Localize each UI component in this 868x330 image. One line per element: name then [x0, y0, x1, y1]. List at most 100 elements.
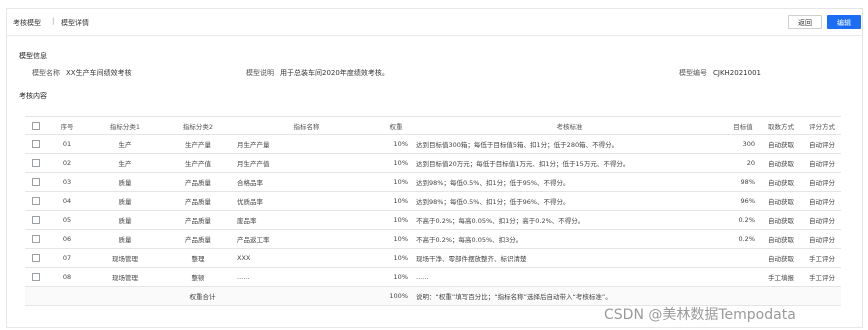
row-checkbox[interactable]: [25, 229, 47, 249]
row-checkbox[interactable]: [25, 267, 47, 287]
cell-fetch: 自动获取: [759, 229, 803, 249]
cell-cat2: 产品质量: [163, 172, 233, 192]
col-header-standard: 考核标准: [412, 116, 727, 135]
table-row: 03 质量 产品质量 合格品率 10% 达到98%；每低0.5%、扣1分；低于9…: [25, 172, 841, 192]
table-total-row: 权重合计 100% 说明：“权重”填写百分比；“指标名称”选择后自动带入“考核标…: [25, 286, 841, 306]
cell-cat1: 现场管理: [87, 267, 163, 287]
row-checkbox[interactable]: [25, 248, 47, 268]
cell-no: 07: [47, 248, 87, 268]
cell-score: 自动评分: [803, 134, 841, 154]
cell-score: 自动评分: [803, 172, 841, 192]
table-row: 07 现场管理 整理 XXX 10% 现场干净、零部件摆放整齐、标识清楚 自动获…: [25, 248, 841, 268]
table-row: 02 生产 生产产值 月生产产值 10% 达到目标值20万元；每低于目标值1万元…: [25, 153, 841, 173]
cell-name: 月生产产值: [233, 153, 380, 173]
back-button[interactable]: 返回: [788, 15, 822, 29]
cell-cat2: 生产产值: [163, 153, 233, 173]
col-header-fetch: 取数方式: [759, 116, 803, 135]
cell-cat2: 产品质量: [163, 229, 233, 249]
table-row: 04 质量 产品质量 优质品率 10% 达到98%；每低0.5%、扣1分；低于9…: [25, 191, 841, 211]
cell-fetch: 自动获取: [759, 191, 803, 211]
cell-score: 自动评分: [803, 210, 841, 230]
section-model-info-title: 模型信息: [19, 52, 47, 60]
cell-fetch: 自动获取: [759, 210, 803, 230]
cell-score: 自动评分: [803, 153, 841, 173]
cell-cat1: 质量: [87, 210, 163, 230]
cell-name: 合格品率: [233, 172, 380, 192]
row-checkbox[interactable]: [25, 191, 47, 211]
row-checkbox[interactable]: [25, 210, 47, 230]
cell-cat1: 质量: [87, 191, 163, 211]
cell-weight: 10%: [380, 267, 412, 287]
table-row: 01 生产 生产产量 月生产产量 10% 达到目标值300箱；每低于目标值5箱、…: [25, 134, 841, 154]
cell-standard: ......: [412, 267, 727, 287]
cell-standard: 不高于0.2%；每高0.05%、扣1分；高于0.2%、不得分。: [412, 210, 727, 230]
cell-target: 300: [727, 134, 759, 154]
cell-target: [727, 248, 759, 268]
cell-name: 废品率: [233, 210, 380, 230]
col-header-no: 序号: [47, 116, 87, 135]
cell-weight: 10%: [380, 172, 412, 192]
cell-cat1: 质量: [87, 229, 163, 249]
cell-fetch: 自动获取: [759, 134, 803, 154]
cell-cat1: 生产: [87, 134, 163, 154]
assessment-table: 序号 指标分类1 指标分类2 指标名称 权重 考核标准 目标值 取数方式 评分方…: [25, 116, 841, 306]
edit-button[interactable]: 编辑: [827, 15, 861, 29]
model-code-label: 模型编号: [679, 69, 707, 77]
select-all-checkbox[interactable]: [25, 116, 47, 135]
cell-standard: 达到目标值300箱；每低于目标值5箱、扣1分；低于280箱、不得分。: [412, 134, 727, 154]
cell-cat1: 现场管理: [87, 248, 163, 268]
col-header-score: 评分方式: [803, 116, 841, 135]
table-row: 05 质量 产品质量 废品率 10% 不高于0.2%；每高0.05%、扣1分；高…: [25, 210, 841, 230]
cell-no: 06: [47, 229, 87, 249]
breadcrumb-item-model[interactable]: 考核模型: [13, 18, 41, 28]
col-header-weight: 权重: [380, 116, 412, 135]
cell-cat2: 生产产量: [163, 134, 233, 154]
cell-no: 01: [47, 134, 87, 154]
cell-name: 优质品率: [233, 191, 380, 211]
model-name-label: 模型名称: [32, 69, 60, 77]
cell-fetch: 自动获取: [759, 248, 803, 268]
cell-no: 08: [47, 267, 87, 287]
cell-target: 0.2%: [727, 229, 759, 249]
table-header-row: 序号 指标分类1 指标分类2 指标名称 权重 考核标准 目标值 取数方式 评分方…: [25, 116, 841, 135]
cell-cat2: 整理: [163, 248, 233, 268]
total-note: 说明：“权重”填写百分比；“指标名称”选择后自动带入“考核标准”。: [412, 286, 841, 306]
breadcrumb-item-detail: 模型详情: [61, 19, 89, 27]
cell-cat1: 质量: [87, 172, 163, 192]
cell-weight: 10%: [380, 191, 412, 211]
model-desc-label: 模型说明: [246, 69, 274, 77]
page-frame: 考核模型 | 模型详情 返回 编辑 模型信息 模型名称 XX生产车间绩效考核 模型…: [6, 8, 863, 328]
cell-fetch: 自动获取: [759, 153, 803, 173]
col-header-name: 指标名称: [233, 116, 380, 135]
row-checkbox[interactable]: [25, 172, 47, 192]
row-checkbox[interactable]: [25, 134, 47, 154]
watermark: CSDN @美林数据Tempodata: [604, 307, 796, 323]
top-bar: 考核模型 | 模型详情 返回 编辑: [7, 9, 862, 36]
cell-score: 自动评分: [803, 229, 841, 249]
cell-weight: 10%: [380, 248, 412, 268]
cell-target: 98%: [727, 172, 759, 192]
cell-name: 月生产产量: [233, 134, 380, 154]
cell-no: 05: [47, 210, 87, 230]
cell-standard: 达到98%；每低0.5%、扣1分；低于95%、不得分。: [412, 172, 727, 192]
cell-cat1: 生产: [87, 153, 163, 173]
cell-no: 02: [47, 153, 87, 173]
cell-no: 04: [47, 191, 87, 211]
cell-weight: 10%: [380, 210, 412, 230]
cell-fetch: 自动获取: [759, 172, 803, 192]
cell-cat2: 产品质量: [163, 191, 233, 211]
cell-name: 产品返工率: [233, 229, 380, 249]
cell-target: [727, 267, 759, 287]
cell-score: 手工评分: [803, 248, 841, 268]
cell-standard: 现场干净、零部件摆放整齐、标识清楚: [412, 248, 727, 268]
section-assessment-title: 考核内容: [19, 92, 47, 100]
cell-weight: 10%: [380, 134, 412, 154]
cell-cat2: 产品质量: [163, 210, 233, 230]
cell-score: 手工评分: [803, 267, 841, 287]
model-name-value: XX生产车间绩效考核: [66, 69, 132, 77]
cell-target: 0.2%: [727, 210, 759, 230]
total-label: 权重合计: [25, 286, 380, 306]
table-row: 06 质量 产品质量 产品返工率 10% 不高于0.2%；每高0.05%、扣3分…: [25, 229, 841, 249]
cell-target: 96%: [727, 191, 759, 211]
row-checkbox[interactable]: [25, 153, 47, 173]
